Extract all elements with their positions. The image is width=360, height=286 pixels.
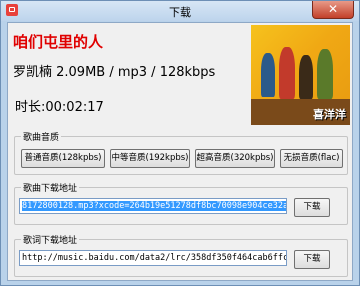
download-window: 下载 ✕ 咱们屯里的人 罗凯楠 2.09MB / mp3 / 128kbps 时…: [0, 0, 360, 286]
title-bar[interactable]: 下载 ✕: [1, 1, 359, 21]
song-duration: 时长:00:02:17: [15, 100, 104, 115]
song-download-button[interactable]: 下载: [294, 198, 330, 217]
close-button[interactable]: ✕: [312, 1, 354, 19]
album-figure: [317, 49, 333, 99]
album-figure: [261, 53, 275, 97]
lyrics-download-group: 歌词下载地址 http://music.baidu.com/data2/lrc/…: [14, 233, 348, 277]
song-info: 罗凯楠 2.09MB / mp3 / 128kbps: [13, 65, 216, 80]
quality-high-button[interactable]: 超高音质(320kpbs): [195, 149, 275, 168]
quality-medium-button[interactable]: 中等音质(192kpbs): [110, 149, 190, 168]
lyrics-download-label: 歌词下载地址: [21, 233, 80, 246]
window-title: 下载: [169, 6, 191, 19]
song-title: 咱们屯里的人: [13, 33, 104, 51]
quality-group: 歌曲音质 普通音质(128kpbs) 中等音质(192kpbs) 超高音质(32…: [14, 130, 348, 175]
album-cover: 喜洋洋: [251, 25, 350, 125]
album-figure: [299, 55, 313, 99]
song-download-label: 歌曲下载地址: [21, 181, 80, 194]
lyrics-url-text: http://music.baidu.com/data2/lrc/358df35…: [22, 253, 286, 263]
lyrics-url-field[interactable]: http://music.baidu.com/data2/lrc/358df35…: [19, 250, 287, 266]
song-url-field[interactable]: 8172800128.mp3?xcode=264b19e51278df8bc70…: [19, 198, 287, 214]
song-url-text: 8172800128.mp3?xcode=264b19e51278df8bc70…: [22, 201, 286, 211]
quality-standard-button[interactable]: 普通音质(128kpbs): [21, 149, 105, 168]
song-download-group: 歌曲下载地址 8172800128.mp3?xcode=264b19e51278…: [14, 181, 348, 225]
quality-group-label: 歌曲音质: [21, 130, 62, 143]
album-figure: [279, 47, 295, 99]
quality-lossless-button[interactable]: 无损音质(flac): [280, 149, 343, 168]
lyrics-download-button[interactable]: 下载: [294, 250, 330, 269]
dialog-body: 咱们屯里的人 罗凯楠 2.09MB / mp3 / 128kbps 时长:00:…: [7, 22, 353, 281]
album-art-text: 喜洋洋: [313, 108, 346, 121]
